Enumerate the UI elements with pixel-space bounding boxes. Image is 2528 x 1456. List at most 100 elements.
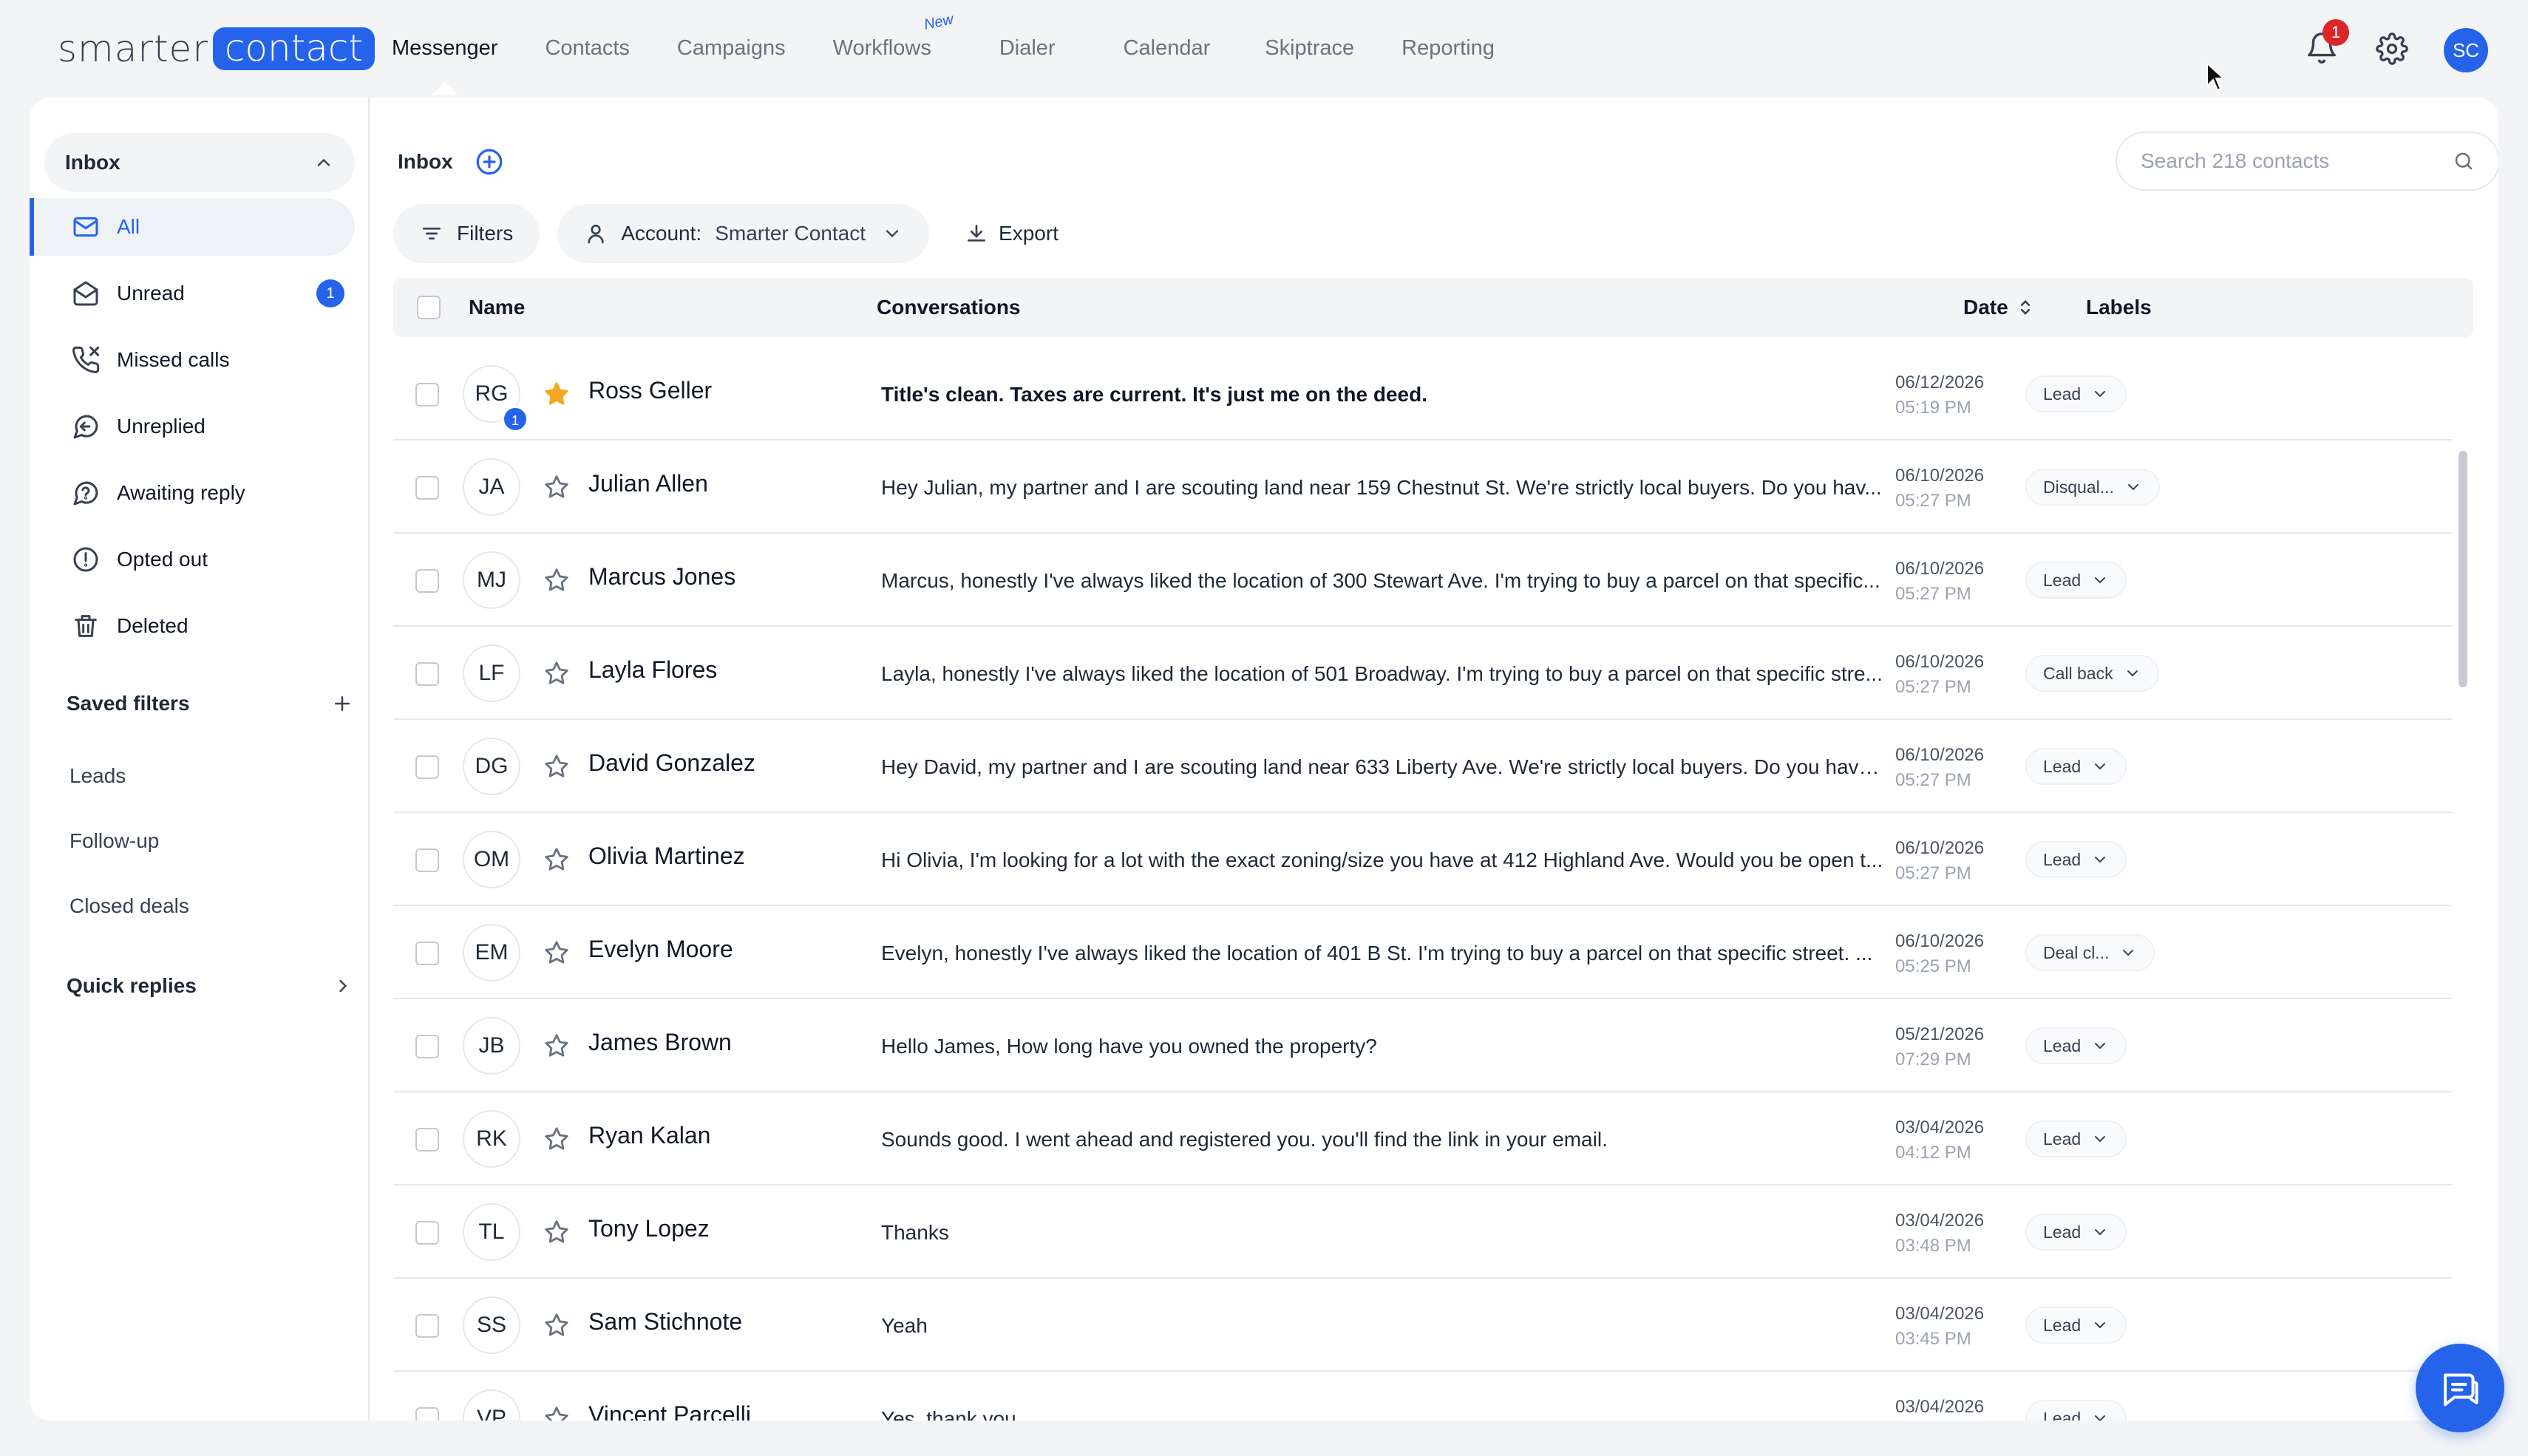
search-input[interactable] <box>2141 149 2436 173</box>
label-dropdown[interactable]: Disqual... <box>2025 469 2160 506</box>
contact-name[interactable]: Vincent Parcelli <box>588 1401 751 1421</box>
sidebar-item-all[interactable]: All <box>30 198 355 256</box>
row-checkbox[interactable] <box>415 1128 439 1151</box>
label-dropdown[interactable]: Lead <box>2025 1400 2127 1421</box>
contact-name[interactable]: Ryan Kalan <box>588 1122 710 1149</box>
contact-name[interactable]: Olivia Martinez <box>588 843 745 870</box>
row-checkbox[interactable] <box>415 476 439 500</box>
star-icon[interactable] <box>543 752 571 780</box>
nav-contacts[interactable]: Contacts <box>545 36 629 61</box>
label-dropdown[interactable]: Lead <box>2025 375 2127 412</box>
select-all-checkbox[interactable] <box>417 296 441 319</box>
search-box[interactable] <box>2116 132 2498 191</box>
star-icon[interactable] <box>543 1218 571 1246</box>
nav-workflows[interactable]: Workflows New <box>833 11 955 61</box>
contact-name[interactable]: Ross Geller <box>588 377 712 404</box>
saved-filter-follow-up[interactable]: Follow-up <box>69 829 159 853</box>
account-select[interactable]: Account: Smarter Contact <box>557 204 930 263</box>
table-row[interactable]: MJ Marcus Jones Marcus, honestly I've alwa… <box>393 534 2453 627</box>
filters-button[interactable]: Filters <box>393 204 540 263</box>
table-row[interactable]: RG 1 Ross Geller Title's clean. Taxes are c… <box>393 347 2453 440</box>
contact-name[interactable]: Evelyn Moore <box>588 936 733 963</box>
label-dropdown[interactable]: Call back <box>2025 655 2159 692</box>
conversation-preview[interactable]: Hi Olivia, I'm looking for a lot with th… <box>881 848 1886 872</box>
row-checkbox[interactable] <box>415 848 439 872</box>
conversation-preview[interactable]: Thanks <box>881 1221 1886 1245</box>
contact-name[interactable]: Tony Lopez <box>588 1215 710 1242</box>
row-checkbox[interactable] <box>415 662 439 686</box>
scrollbar-thumb[interactable] <box>2459 451 2467 687</box>
sidebar-item-unreplied[interactable]: Unreplied <box>30 398 355 455</box>
conversation-preview[interactable]: Hey David, my partner and I are scouting… <box>881 755 1886 779</box>
star-icon[interactable] <box>543 380 571 408</box>
table-row[interactable]: LF Layla Flores Layla, honestly I've alway… <box>393 627 2453 720</box>
label-dropdown[interactable]: Lead <box>2025 1027 2127 1064</box>
nav-dialer[interactable]: Dialer <box>999 36 1056 61</box>
row-checkbox[interactable] <box>415 383 439 406</box>
label-dropdown[interactable]: Lead <box>2025 1307 2127 1344</box>
table-row[interactable]: RK Ryan Kalan Sounds good. I went ahead an… <box>393 1092 2453 1185</box>
table-row[interactable]: EM Evelyn Moore Evelyn, honestly I've alwa… <box>393 906 2453 999</box>
conversation-preview[interactable]: Sounds good. I went ahead and registered… <box>881 1128 1886 1151</box>
nav-reporting[interactable]: Reporting <box>1401 36 1495 61</box>
quick-replies-link[interactable]: Quick replies <box>67 974 362 998</box>
conversation-preview[interactable]: Layla, honestly I've always liked the lo… <box>881 662 1886 686</box>
star-icon[interactable] <box>543 939 571 967</box>
star-icon[interactable] <box>543 659 571 687</box>
chat-support-button[interactable] <box>2416 1344 2504 1432</box>
sidebar-inbox-header[interactable]: Inbox <box>44 133 355 192</box>
nav-skiptrace[interactable]: Skiptrace <box>1265 36 1354 61</box>
nav-messenger[interactable]: Messenger <box>392 36 497 61</box>
star-icon[interactable] <box>543 1032 571 1060</box>
label-dropdown[interactable]: Lead <box>2025 1120 2127 1157</box>
sidebar-item-unread[interactable]: Unread 1 <box>30 265 355 322</box>
star-icon[interactable] <box>543 566 571 594</box>
contact-name[interactable]: James Brown <box>588 1029 732 1056</box>
sidebar-item-deleted[interactable]: Deleted <box>30 597 355 655</box>
settings-gear-icon[interactable] <box>2376 33 2408 65</box>
conversation-preview[interactable]: Title's clean. Taxes are current. It's j… <box>881 383 1886 406</box>
row-checkbox[interactable] <box>415 569 439 593</box>
table-row[interactable]: JA Julian Allen Hey Julian, my partner and… <box>393 440 2453 534</box>
search-icon[interactable] <box>2453 150 2475 172</box>
contact-name[interactable]: Sam Stichnote <box>588 1308 742 1336</box>
star-icon[interactable] <box>543 1404 571 1421</box>
row-checkbox[interactable] <box>415 1035 439 1058</box>
table-row[interactable]: TL Tony Lopez Thanks 03/04/2026 03:48 PM Lead <box>393 1185 2453 1279</box>
label-dropdown[interactable]: Lead <box>2025 1214 2127 1251</box>
star-icon[interactable] <box>543 473 571 501</box>
conversation-preview[interactable]: Hello James, How long have you owned the… <box>881 1035 1886 1058</box>
table-row[interactable]: SS Sam Stichnote Yeah 03/04/2026 03:45 PM Lea… <box>393 1279 2453 1372</box>
label-dropdown[interactable]: Lead <box>2025 562 2127 599</box>
label-dropdown[interactable]: Deal cl... <box>2025 934 2155 971</box>
table-row[interactable]: JB James Brown Hello James, How long have … <box>393 999 2453 1092</box>
saved-filter-leads[interactable]: Leads <box>69 764 126 788</box>
conversation-preview[interactable]: Marcus, honestly I've always liked the l… <box>881 569 1886 593</box>
table-row[interactable]: DG David Gonzalez Hey David, my partner an… <box>393 720 2453 813</box>
contact-name[interactable]: Layla Flores <box>588 656 717 684</box>
list-scrollbar[interactable] <box>2453 347 2473 1421</box>
column-name[interactable]: Name <box>469 278 525 337</box>
sidebar-item-missed-calls[interactable]: Missed calls <box>30 331 355 389</box>
label-dropdown[interactable]: Lead <box>2025 841 2127 878</box>
column-date[interactable]: Date <box>1963 278 2033 337</box>
star-icon[interactable] <box>543 1125 571 1153</box>
saved-filter-closed-deals[interactable]: Closed deals <box>69 894 189 918</box>
sidebar-item-awaiting-reply[interactable]: Awaiting reply <box>30 464 355 522</box>
conversation-preview[interactable]: Hey Julian, my partner and I are scoutin… <box>881 476 1886 500</box>
row-checkbox[interactable] <box>415 1314 439 1338</box>
row-checkbox[interactable] <box>415 755 439 779</box>
conversation-preview[interactable]: Yes, thank you <box>881 1407 1886 1421</box>
row-checkbox[interactable] <box>415 1407 439 1421</box>
sidebar-item-opted-out[interactable]: Opted out <box>30 531 355 588</box>
row-checkbox[interactable] <box>415 942 439 965</box>
add-filter-plus-icon[interactable] <box>331 693 353 715</box>
label-dropdown[interactable]: Lead <box>2025 748 2127 785</box>
contact-name[interactable]: Julian Allen <box>588 470 708 497</box>
table-row[interactable]: OM Olivia Martinez Hi Olivia, I'm looking … <box>393 813 2453 906</box>
export-button[interactable]: Export <box>947 204 1076 263</box>
row-checkbox[interactable] <box>415 1221 439 1245</box>
user-avatar[interactable]: SC <box>2444 28 2488 72</box>
contact-name[interactable]: David Gonzalez <box>588 749 755 777</box>
conversation-preview[interactable]: Yeah <box>881 1314 1886 1338</box>
